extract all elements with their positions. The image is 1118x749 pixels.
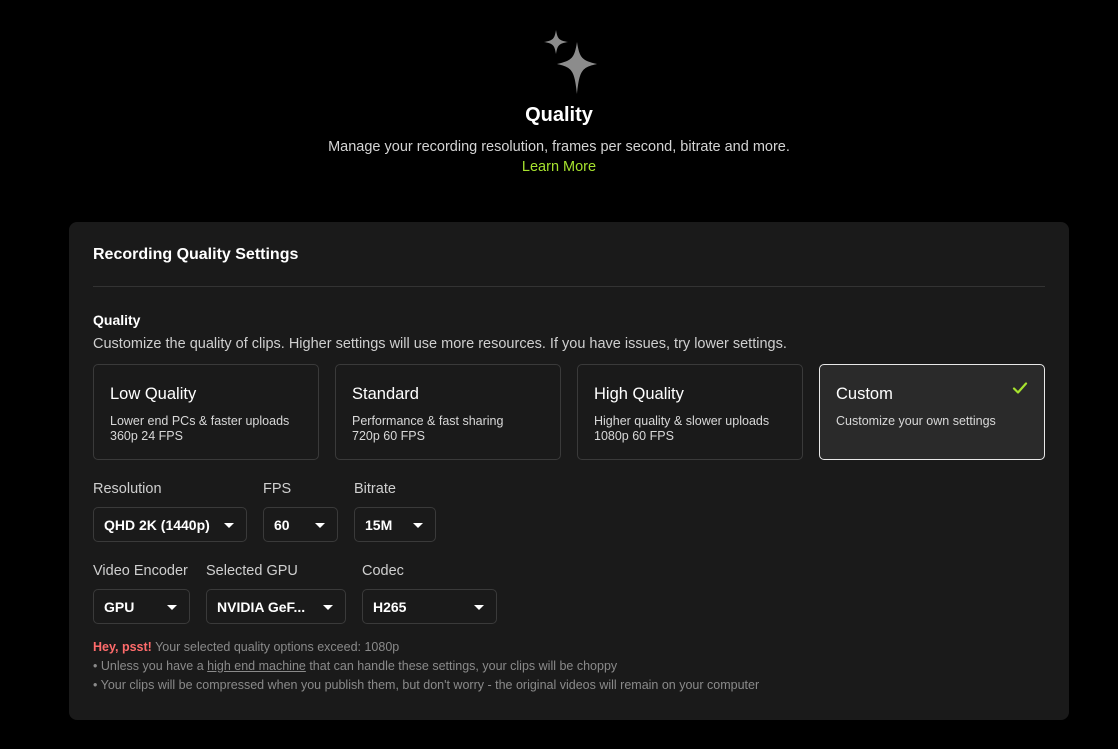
chevron-down-icon [224,523,234,528]
preset-description: Performance & fast sharing [352,414,504,428]
page-title: Quality [525,104,593,126]
resolution-value: QHD 2K (1440p) [104,517,210,533]
bitrate-value: 15M [365,517,393,533]
warning-bullet-text: that can handle these settings, your cli… [305,659,618,673]
video-encoder-select[interactable]: GPU [93,589,190,624]
learn-more-link[interactable]: Learn More [0,159,1118,175]
quality-section-label: Quality [93,312,141,328]
divider [93,286,1045,287]
preset-description: Customize your own settings [836,414,996,428]
chevron-down-icon [323,605,333,610]
preset-spec: 720p 60 FPS [352,429,425,443]
warning-bullet-text: • Unless you have a [93,659,208,673]
video-encoder-value: GPU [104,599,135,615]
preset-low-quality[interactable]: Low Quality Lower end PCs & faster uploa… [93,364,319,460]
warning-message: Your selected quality options exceed: 10… [151,640,400,654]
selected-gpu-value: NVIDIA GeF... [217,599,306,615]
chevron-down-icon [474,605,484,610]
high-end-machine-link[interactable]: high end machine [207,659,306,673]
check-icon [1012,382,1028,394]
resolution-label: Resolution [93,481,162,497]
preset-name: High Quality [594,385,684,403]
preset-name: Standard [352,385,419,403]
preset-high-quality[interactable]: High Quality Higher quality & slower upl… [577,364,803,460]
preset-standard[interactable]: Standard Performance & fast sharing 720p… [335,364,561,460]
page-subtitle: Manage your recording resolution, frames… [328,139,790,155]
sparkles-icon [544,30,597,94]
warning-bullet: • Your clips will be compressed when you… [93,678,760,692]
warning-heading: Hey, psst! [93,640,152,654]
quality-section-description: Customize the quality of clips. Higher s… [93,336,787,352]
codec-select[interactable]: H265 [362,589,497,624]
selected-gpu-select[interactable]: NVIDIA GeF... [206,589,346,624]
video-encoder-label: Video Encoder [93,563,188,579]
selected-gpu-label: Selected GPU [206,563,298,579]
bitrate-label: Bitrate [354,481,396,497]
resolution-select[interactable]: QHD 2K (1440p) [93,507,247,542]
preset-description: Lower end PCs & faster uploads [110,414,290,428]
fps-value: 60 [274,517,290,533]
preset-name: Low Quality [110,385,197,403]
recording-quality-card: Recording Quality Settings Quality Custo… [69,222,1069,720]
card-title: Recording Quality Settings [93,246,299,263]
preset-spec: 360p 24 FPS [110,429,183,443]
chevron-down-icon [167,605,177,610]
preset-custom[interactable]: Custom Customize your own settings [819,364,1045,460]
preset-description: Higher quality & slower uploads [594,414,770,428]
quality-warning: Hey, psst! Your selected quality options… [93,640,399,654]
codec-value: H265 [373,599,407,615]
preset-spec: 1080p 60 FPS [594,429,674,443]
warning-bullet: • Unless you have a high end machine tha… [93,659,617,673]
chevron-down-icon [413,523,423,528]
fps-select[interactable]: 60 [263,507,338,542]
bitrate-select[interactable]: 15M [354,507,436,542]
fps-label: FPS [263,481,292,497]
preset-name: Custom [836,385,893,403]
chevron-down-icon [315,523,325,528]
codec-label: Codec [362,563,404,579]
